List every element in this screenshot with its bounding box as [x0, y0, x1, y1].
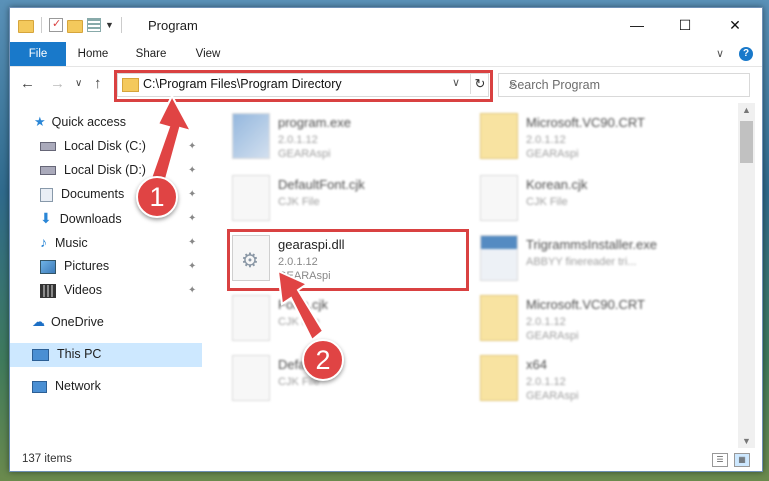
music-icon: ♪ [40, 234, 47, 250]
navigation-pane: ★ Quick access Local Disk (C:) ✦ Local Di… [10, 103, 202, 448]
search-icon: ⌕ [509, 76, 517, 91]
search-input[interactable]: Search Program ⌕ [498, 73, 750, 97]
qat-dropdown-icon[interactable]: ▼ [105, 20, 114, 30]
tab-share[interactable]: Share [128, 42, 174, 66]
installer-icon [480, 235, 518, 281]
sidebar-item-pictures[interactable]: Pictures [40, 255, 109, 277]
toolbar-divider [41, 17, 42, 33]
file-item[interactable]: x64 2.0.1.12 GEARAspi [480, 355, 720, 407]
sidebar-item-videos[interactable]: Videos [40, 279, 102, 301]
ribbon-collapse-icon[interactable]: ∨ [716, 47, 724, 60]
callout-badge-2: 2 [302, 339, 344, 381]
drive-icon [40, 142, 56, 152]
vertical-scrollbar[interactable]: ▲ ▼ [738, 103, 755, 448]
star-icon: ★ [34, 114, 46, 129]
dll-highlight-box [227, 229, 469, 291]
file-item[interactable]: Microsoft.VC90.CRT 2.0.1.12 GEARAspi [480, 113, 720, 165]
file-item[interactable]: Default.cjk CJK File [232, 355, 472, 407]
download-icon: ⬇ [40, 210, 52, 226]
file-item[interactable]: DefaultFont.cjk CJK File [232, 175, 472, 227]
network-icon [32, 380, 47, 393]
file-item[interactable]: TrigrammsInstaller.exe ABBYY finereader … [480, 235, 720, 287]
documents-icon [40, 187, 53, 202]
address-highlight-box [114, 70, 493, 102]
file-icon [232, 175, 270, 221]
toolbar-divider [120, 17, 122, 33]
file-icon [480, 175, 518, 221]
new-folder-icon[interactable] [67, 19, 83, 33]
file-item[interactable]: Form.cjk CJK File [232, 295, 472, 347]
exe-icon [232, 113, 270, 159]
item-count: 137 items [22, 453, 72, 465]
sidebar-item-onedrive[interactable]: ☁ OneDrive [32, 311, 104, 333]
status-bar: 137 items ☰ ▦ [10, 449, 762, 471]
file-icon [232, 295, 270, 341]
sidebar-item-local-disk-d[interactable]: Local Disk (D:) [40, 159, 146, 181]
folder-icon [480, 113, 518, 159]
explorer-window: ✓ ▼ Program — ☐ ✕ File Home Share View ∨… [9, 7, 763, 472]
computer-icon [32, 348, 49, 361]
minimize-button[interactable]: — [614, 8, 660, 42]
pin-icon[interactable]: ✦ [188, 165, 196, 176]
tab-view[interactable]: View [186, 42, 230, 66]
pin-icon[interactable]: ✦ [188, 213, 196, 224]
videos-icon [40, 283, 56, 298]
address-row: ← → ∨ ↑ C:\Program Files\Program Directo… [10, 67, 762, 102]
sidebar-item-downloads[interactable]: ⬇ Downloads [40, 207, 122, 229]
file-item[interactable]: program.exe 2.0.1.12 GEARAspi [232, 113, 472, 165]
pin-icon[interactable]: ✦ [188, 261, 196, 272]
folder-icon [480, 295, 518, 341]
tab-file[interactable]: File [10, 42, 66, 66]
folder-icon [18, 19, 34, 33]
scroll-up-icon[interactable]: ▲ [738, 105, 755, 115]
folder-icon [480, 355, 518, 401]
file-item[interactable]: Korean.cjk CJK File [480, 175, 720, 227]
sidebar-item-this-pc[interactable]: This PC [32, 343, 101, 365]
large-icons-view-icon[interactable]: ▦ [734, 453, 750, 467]
cloud-icon: ☁ [32, 314, 45, 329]
pin-icon[interactable]: ✦ [188, 189, 196, 200]
back-button[interactable]: ← [20, 75, 35, 92]
pin-icon[interactable]: ✦ [188, 141, 196, 152]
properties-icon[interactable]: ✓ [49, 18, 63, 32]
ribbon-tabs: File Home Share View ∨ ? [10, 42, 762, 67]
up-button[interactable]: ↑ [94, 75, 102, 92]
file-item[interactable]: Microsoft.VC90.CRT 2.0.1.12 GEARAspi [480, 295, 720, 347]
callout-badge-1: 1 [136, 176, 178, 218]
recent-locations-button[interactable]: ∨ [75, 78, 82, 89]
help-icon[interactable]: ? [739, 47, 753, 61]
maximize-button[interactable]: ☐ [662, 8, 708, 42]
window-title: Program [148, 18, 198, 33]
customize-view-icon[interactable] [87, 18, 101, 32]
sidebar-item-network[interactable]: Network [32, 375, 101, 397]
tab-home[interactable]: Home [70, 42, 116, 66]
close-button[interactable]: ✕ [712, 8, 758, 42]
drive-icon [40, 166, 56, 176]
details-view-icon[interactable]: ☰ [712, 453, 728, 467]
sidebar-item-quick-access[interactable]: ★ Quick access [34, 111, 126, 133]
pin-icon[interactable]: ✦ [188, 237, 196, 248]
scroll-down-icon[interactable]: ▼ [738, 436, 755, 446]
sidebar-item-documents[interactable]: Documents [40, 183, 124, 205]
sidebar-item-local-disk-c[interactable]: Local Disk (C:) [40, 135, 146, 157]
scrollbar-thumb[interactable] [740, 121, 753, 163]
quick-access-toolbar: ✓ ▼ [18, 17, 125, 33]
sidebar-item-music[interactable]: ♪ Music [40, 231, 88, 253]
pictures-icon [40, 259, 56, 274]
forward-button[interactable]: → [50, 75, 65, 92]
pin-icon[interactable]: ✦ [188, 285, 196, 296]
file-icon [232, 355, 270, 401]
title-bar: ✓ ▼ Program — ☐ ✕ [10, 8, 762, 42]
